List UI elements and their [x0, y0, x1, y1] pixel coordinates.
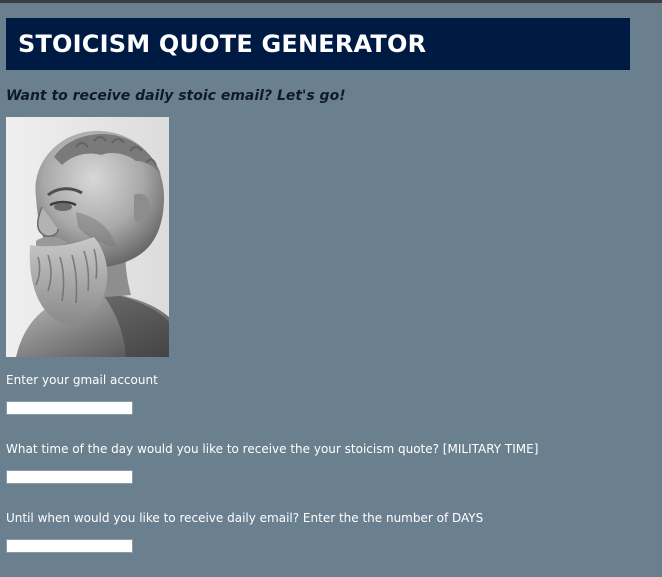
time-input[interactable] [6, 470, 133, 484]
page-header: STOICISM QUOTE GENERATOR [6, 18, 630, 70]
email-label: Enter your gmail account [6, 373, 158, 387]
email-input[interactable] [6, 401, 133, 415]
bust-illustration [6, 117, 169, 357]
time-label: What time of the day would you like to r… [6, 442, 539, 456]
page-title: STOICISM QUOTE GENERATOR [18, 30, 427, 58]
philosopher-bust-image [6, 117, 169, 357]
days-label: Until when would you like to receive dai… [6, 511, 484, 525]
window-top-edge [0, 0, 662, 3]
days-input[interactable] [6, 539, 133, 553]
intro-text: Want to receive daily stoic email? Let's… [6, 88, 346, 104]
